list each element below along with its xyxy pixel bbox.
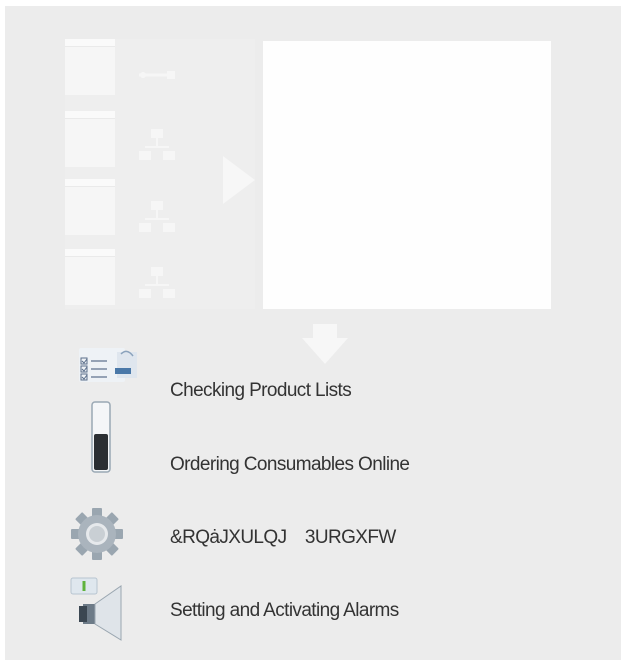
network-icon <box>139 129 175 160</box>
gear-icon <box>71 508 123 560</box>
checklist-icon <box>79 348 137 382</box>
feature-ordering-consumables: Ordering Consumables Online <box>65 400 585 475</box>
printer-3 <box>65 179 115 235</box>
feature-label: &RQȧJXULQJ 3URGXFW <box>170 527 396 548</box>
diagram-panel: Checking Product Lists Ordering Consumab… <box>5 6 621 660</box>
printer-1 <box>65 39 115 95</box>
feature-label: Checking Product Lists <box>170 380 352 401</box>
feature-alarms: Setting and Activating Alarms <box>65 576 585 646</box>
printer-2 <box>65 111 115 167</box>
monitor-screen <box>263 41 551 309</box>
printer-4 <box>65 249 115 305</box>
network-icon <box>139 267 175 298</box>
network-icon <box>139 201 175 232</box>
usb-icon <box>139 71 175 79</box>
alarm-speaker-icon <box>70 577 122 641</box>
feature-configuring-product: &RQȧJXULQJ 3URGXFW <box>65 504 585 574</box>
ink-cartridge-icon <box>91 401 111 473</box>
feature-label: Setting and Activating Alarms <box>170 600 399 621</box>
arrow-right-icon <box>223 156 255 204</box>
feature-label: Ordering Consumables Online <box>170 454 410 475</box>
